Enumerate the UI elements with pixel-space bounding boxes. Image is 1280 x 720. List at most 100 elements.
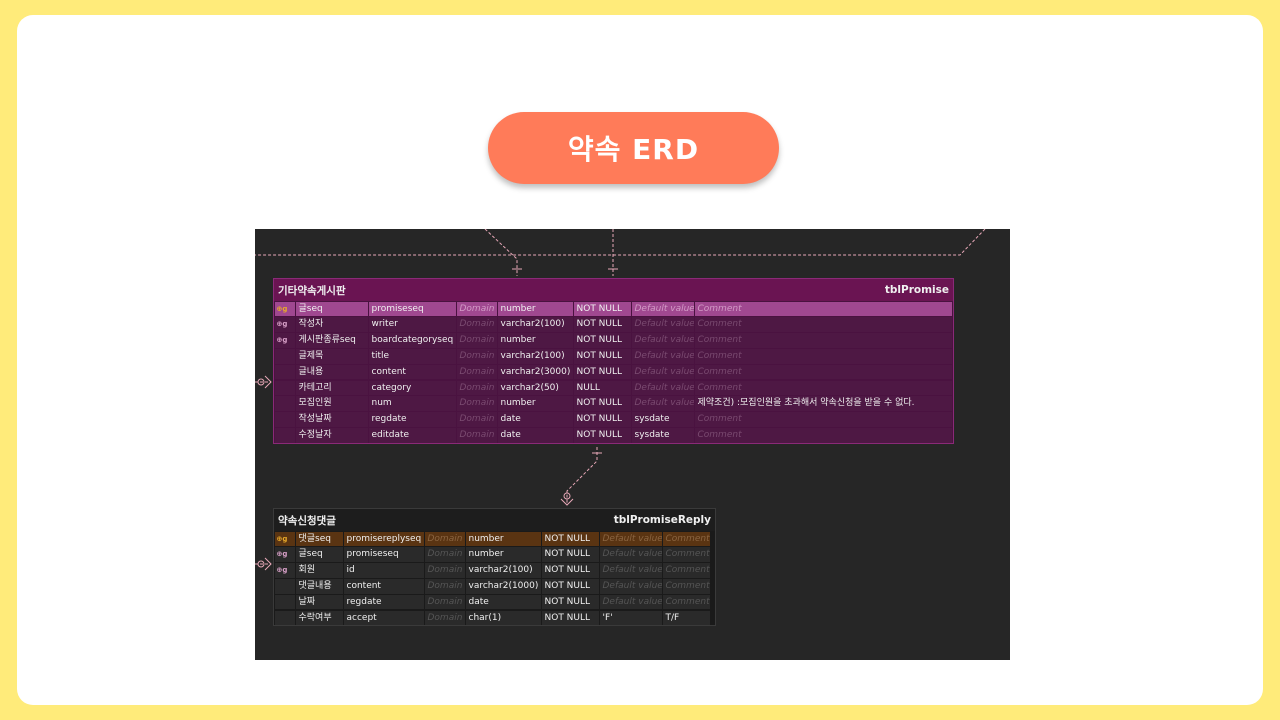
column-row[interactable]: 글내용 content Domain varchar2(3000) NOT NULL De… bbox=[274, 364, 953, 380]
column-comment: Comment bbox=[694, 412, 952, 427]
column-datatype: number bbox=[497, 396, 573, 411]
column-domain: Domain bbox=[424, 547, 465, 562]
column-datatype: date bbox=[465, 594, 541, 610]
column-comment: Comment bbox=[694, 427, 952, 443]
column-logical-name: 수락여부 bbox=[295, 610, 343, 626]
entity-columns: ⊕g 댓글seq promisereplyseq Domain number NOT NU… bbox=[274, 531, 715, 626]
column-default: Default value bbox=[631, 333, 694, 348]
key-cell bbox=[274, 364, 295, 380]
column-nullability: NULL bbox=[573, 380, 631, 396]
column-nullability: NOT NULL bbox=[541, 594, 599, 610]
column-datatype: varchar2(100) bbox=[497, 348, 573, 364]
column-row[interactable]: 모집인원 num Domain number NOT NULL Default value… bbox=[274, 396, 953, 412]
column-domain: Domain bbox=[456, 301, 497, 317]
column-physical-name: promisereplyseq bbox=[343, 531, 424, 547]
column-physical-name: editdate bbox=[368, 427, 456, 443]
entity-physical-name: tblPromiseReply bbox=[613, 514, 711, 526]
column-logical-name: 카테고리 bbox=[295, 380, 368, 396]
primary-key-icon: ⊕g bbox=[274, 531, 295, 547]
column-comment: T/F bbox=[662, 610, 710, 626]
column-comment: Comment bbox=[694, 317, 952, 332]
column-row[interactable]: ⊕g 회원 id Domain varchar2(100) NOT NULL Default… bbox=[274, 563, 715, 579]
entity-logical-name: 약속신청댓글 bbox=[278, 514, 336, 527]
entity-header: 기타약속게시판 tblPromise bbox=[274, 279, 953, 301]
column-datatype: number bbox=[465, 547, 541, 562]
column-physical-name: num bbox=[368, 396, 456, 411]
column-nullability: NOT NULL bbox=[573, 364, 631, 380]
column-domain: Domain bbox=[456, 348, 497, 364]
column-logical-name: 수정날자 bbox=[295, 427, 368, 443]
column-comment: 제약조건) :모집인원을 초과해서 약속신청을 받을 수 없다. bbox=[694, 396, 952, 411]
entity-tblpromisereply[interactable]: 약속신청댓글 tblPromiseReply ⊕g 댓글seq promiserep… bbox=[273, 508, 716, 626]
column-default: sysdate bbox=[631, 412, 694, 427]
column-row[interactable]: ⊕g 작성자 writer Domain varchar2(100) NOT NULL De… bbox=[274, 317, 953, 333]
column-default: Default value bbox=[599, 578, 662, 594]
foreign-key-icon: ⊕g bbox=[274, 333, 295, 348]
column-row[interactable]: 수정날자 editdate Domain date NOT NULL sysdate Com… bbox=[274, 427, 953, 443]
relation-line-promise-reply bbox=[566, 447, 598, 505]
column-default: Default value bbox=[631, 317, 694, 332]
column-domain: Domain bbox=[424, 563, 465, 578]
column-datatype: varchar2(3000) bbox=[497, 364, 573, 380]
column-physical-name: category bbox=[368, 380, 456, 396]
column-comment: Comment bbox=[694, 348, 952, 364]
column-default: Default value bbox=[599, 594, 662, 610]
column-row[interactable]: 카테고리 category Domain varchar2(50) NULL Defaul… bbox=[274, 380, 953, 396]
column-domain: Domain bbox=[456, 412, 497, 427]
column-datatype: varchar2(100) bbox=[497, 317, 573, 332]
column-domain: Domain bbox=[424, 594, 465, 610]
column-comment: Comment bbox=[662, 594, 710, 610]
column-physical-name: regdate bbox=[343, 594, 424, 610]
column-default: 'F' bbox=[599, 610, 662, 626]
column-logical-name: 작성자 bbox=[295, 317, 368, 332]
column-datatype: char(1) bbox=[465, 610, 541, 626]
column-physical-name: content bbox=[343, 578, 424, 594]
column-row[interactable]: ⊕g 글seq promiseseq Domain number NOT NULL Defa… bbox=[274, 301, 953, 317]
column-nullability: NOT NULL bbox=[541, 578, 599, 594]
column-row[interactable]: 작성날짜 regdate Domain date NOT NULL sysdate Comm… bbox=[274, 412, 953, 428]
column-datatype: number bbox=[497, 301, 573, 317]
column-physical-name: regdate bbox=[368, 412, 456, 427]
column-comment: Comment bbox=[694, 364, 952, 380]
entity-physical-name: tblPromise bbox=[884, 284, 949, 296]
column-nullability: NOT NULL bbox=[573, 301, 631, 317]
column-datatype: date bbox=[497, 412, 573, 427]
column-row[interactable]: ⊕g 댓글seq promisereplyseq Domain number NOT NU… bbox=[274, 531, 715, 547]
column-comment: Comment bbox=[662, 531, 710, 547]
column-default: Default value bbox=[599, 531, 662, 547]
column-physical-name: title bbox=[368, 348, 456, 364]
foreign-key-icon: ⊕g bbox=[274, 547, 295, 562]
column-logical-name: 댓글seq bbox=[295, 531, 343, 547]
primary-key-icon: ⊕g bbox=[274, 301, 295, 317]
column-physical-name: writer bbox=[368, 317, 456, 332]
column-nullability: NOT NULL bbox=[573, 396, 631, 411]
key-cell bbox=[274, 412, 295, 427]
entity-logical-name: 기타약속게시판 bbox=[278, 284, 346, 297]
column-logical-name: 회원 bbox=[295, 563, 343, 578]
column-row[interactable]: 글제목 title Domain varchar2(100) NOT NULL Defau… bbox=[274, 348, 953, 364]
key-cell bbox=[274, 594, 295, 610]
column-datatype: number bbox=[497, 333, 573, 348]
column-nullability: NOT NULL bbox=[573, 317, 631, 332]
column-comment: Comment bbox=[694, 333, 952, 348]
column-row[interactable]: ⊕g 게시판종류seq boardcategoryseq Domain number NO… bbox=[274, 333, 953, 349]
column-physical-name: accept bbox=[343, 610, 424, 626]
column-physical-name: id bbox=[343, 563, 424, 578]
key-cell bbox=[274, 610, 295, 626]
column-row[interactable]: 수락여부 accept Domain char(1) NOT NULL 'F' T/F bbox=[274, 610, 715, 626]
column-domain: Domain bbox=[456, 333, 497, 348]
column-domain: Domain bbox=[424, 578, 465, 594]
column-row[interactable]: 날짜 regdate Domain date NOT NULL Default value… bbox=[274, 594, 715, 610]
key-cell bbox=[274, 427, 295, 443]
column-default: Default value bbox=[599, 547, 662, 562]
column-row[interactable]: 댓글내용 content Domain varchar2(1000) NOT NULL D… bbox=[274, 578, 715, 594]
column-default: Default value bbox=[599, 563, 662, 578]
column-logical-name: 모집인원 bbox=[295, 396, 368, 411]
column-domain: Domain bbox=[456, 427, 497, 443]
relation-line-top-right bbox=[255, 229, 986, 256]
entity-tblpromise[interactable]: 기타약속게시판 tblPromise ⊕g 글seq promiseseq Domai… bbox=[273, 278, 954, 444]
column-logical-name: 글seq bbox=[295, 547, 343, 562]
column-row[interactable]: ⊕g 글seq promiseseq Domain number NOT NULL Defa… bbox=[274, 547, 715, 563]
column-nullability: NOT NULL bbox=[573, 412, 631, 427]
column-default: Default value bbox=[631, 364, 694, 380]
